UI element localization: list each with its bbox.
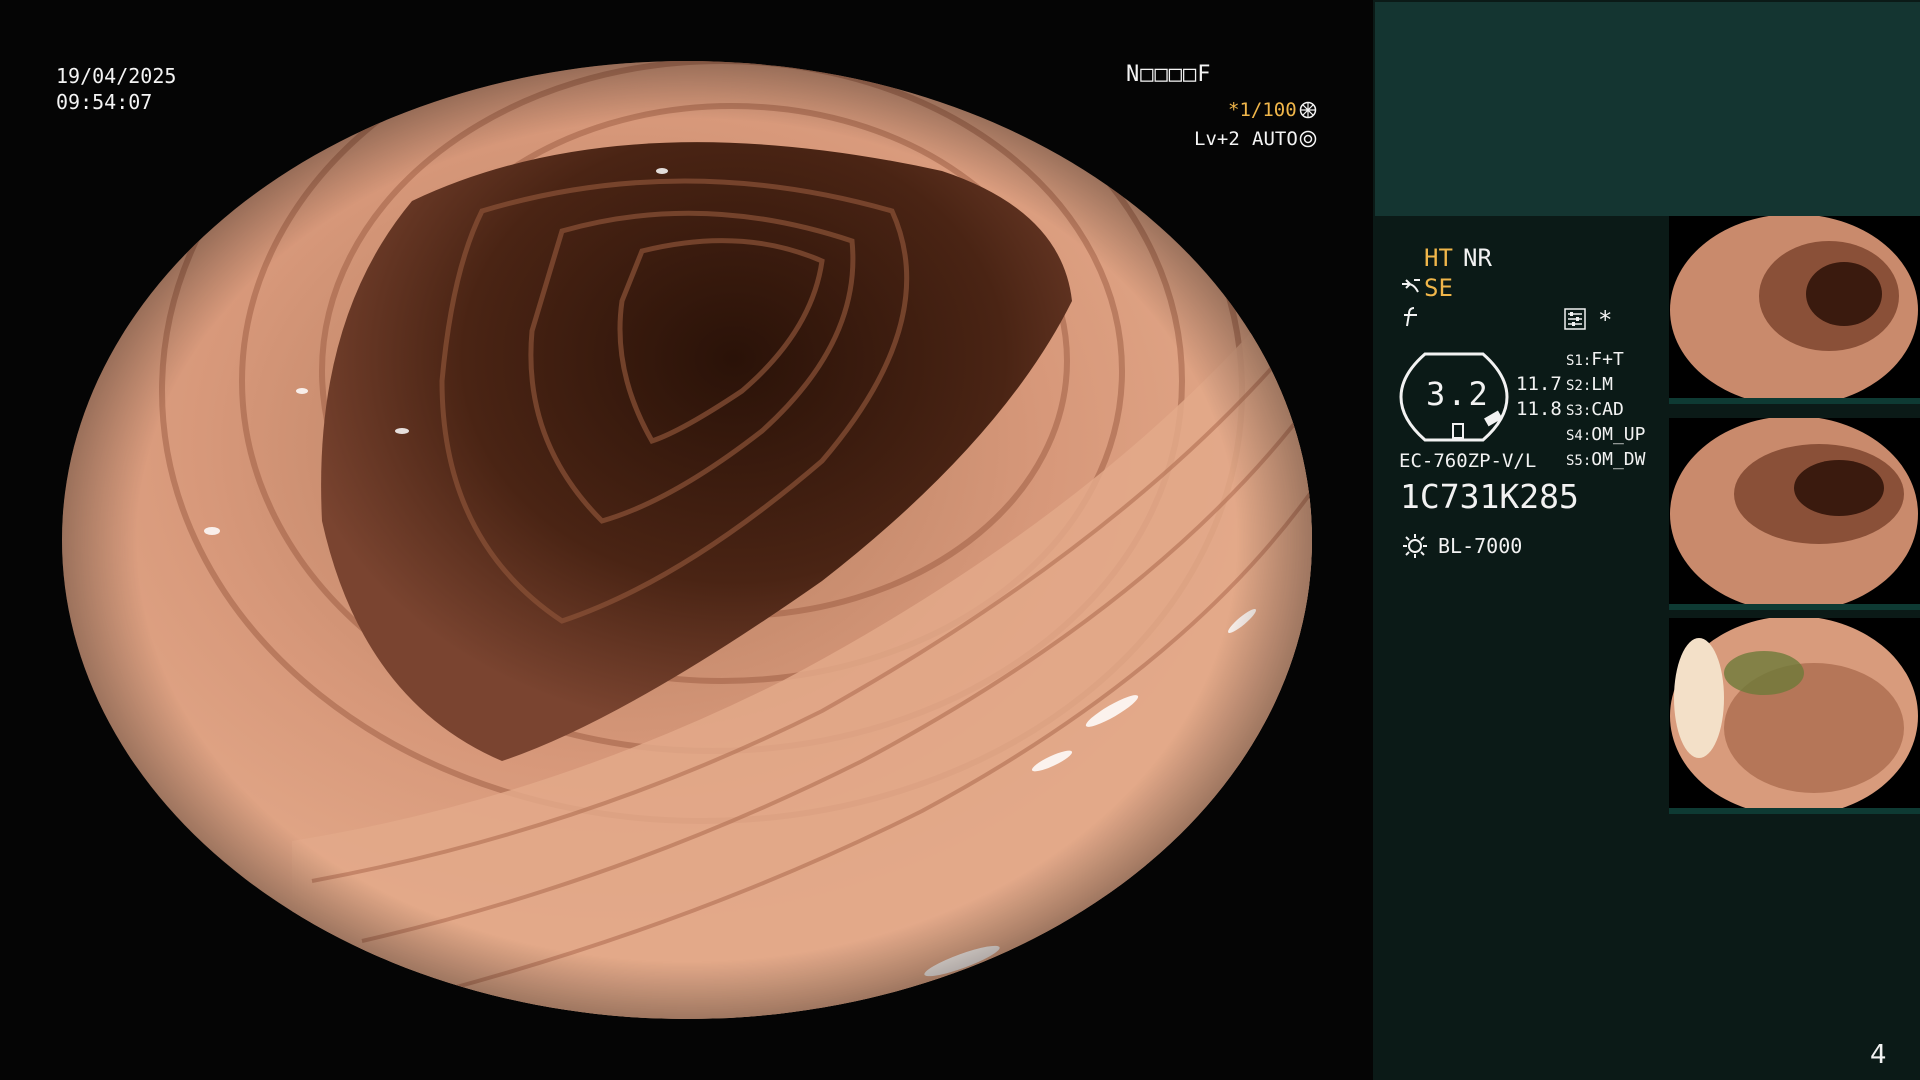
capture-thumbnail[interactable] [1669, 618, 1920, 814]
capture-thumbnail[interactable] [1669, 418, 1920, 610]
capture-asterisk: * [1598, 306, 1613, 334]
switch-slot-1: S1:F+T [1566, 349, 1624, 370]
light-source-model: BL-7000 [1438, 534, 1523, 558]
iris-icon [1299, 130, 1317, 148]
settings-menu-icon [1564, 308, 1586, 330]
status-code: N□□□□F [1126, 62, 1212, 87]
switch-slot-3: S3:CAD [1566, 399, 1624, 420]
page-number: 4 [1870, 1040, 1887, 1070]
scope-model: EC-760ZP-V/L [1399, 450, 1537, 472]
zoom-value: 3.2 [1426, 375, 1490, 413]
light-source-icon [1401, 532, 1429, 560]
brightness-level: Lv+2 [1194, 128, 1240, 150]
shutter-icon [1299, 101, 1317, 119]
exam-time: 09:54:07 [56, 90, 153, 114]
structure-enhance-icon [1400, 276, 1422, 298]
freeze-icon [1401, 306, 1421, 328]
exam-date: 19/04/2025 [56, 64, 177, 88]
switch-slot-4: S4:OM_UP [1566, 424, 1646, 445]
nr-indicator: NR [1463, 244, 1492, 272]
se-indicator: SE [1424, 274, 1453, 302]
switch-slot-2: S2:LM [1566, 374, 1613, 395]
ht-indicator: HT [1424, 244, 1453, 272]
switch-slot-5: S5:OM_DW [1566, 449, 1646, 470]
zoom-side-value-b: 11.8 [1516, 398, 1562, 420]
zoom-side-value-a: 11.7 [1516, 373, 1562, 395]
capture-thumbnail[interactable] [1669, 216, 1920, 404]
endoscope-image [62, 61, 1312, 1019]
iris-mode: AUTO [1252, 128, 1298, 150]
scope-serial: 1C731K285 [1400, 477, 1579, 516]
shutter-speed: *1/100 [1228, 99, 1297, 121]
panel-header-area [1375, 2, 1920, 216]
